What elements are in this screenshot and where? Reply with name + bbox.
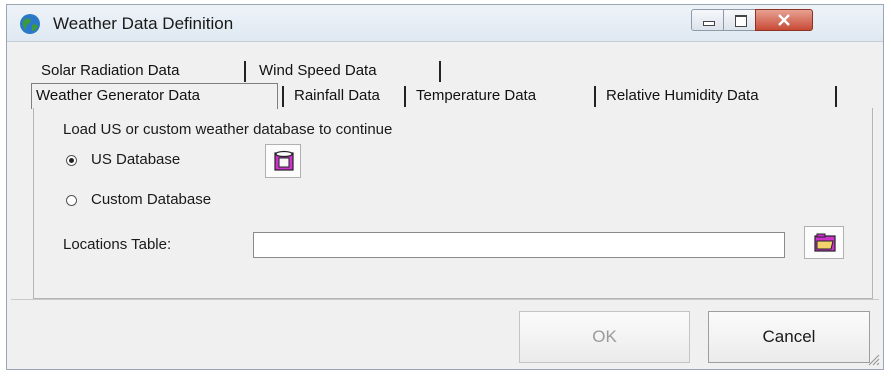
maximize-button[interactable] [723, 9, 756, 31]
globe-icon [20, 14, 40, 34]
tab-relative-humidity-data[interactable]: Relative Humidity Data [602, 84, 763, 108]
ok-button[interactable]: OK [519, 311, 690, 363]
minimize-button[interactable] [691, 9, 724, 31]
resize-grip-icon[interactable] [866, 352, 880, 366]
browse-locations-button[interactable] [804, 226, 844, 259]
minimize-icon [703, 21, 715, 26]
footer-divider [11, 299, 879, 300]
close-icon [778, 14, 790, 26]
tab-temperature-data[interactable]: Temperature Data [412, 84, 540, 108]
locations-table-label: Locations Table: [63, 236, 172, 253]
close-button[interactable] [755, 9, 813, 31]
custom-database-label[interactable]: Custom Database [91, 191, 211, 208]
us-database-label[interactable]: US Database [91, 151, 180, 168]
locations-table-input[interactable] [253, 232, 785, 258]
tab-wind-speed-data[interactable]: Wind Speed Data [255, 59, 381, 83]
title-bar: Weather Data Definition [7, 5, 883, 42]
instruction-text: Load US or custom weather database to co… [63, 121, 393, 138]
custom-database-radio[interactable] [66, 195, 77, 206]
tab-solar-radiation-data[interactable]: Solar Radiation Data [37, 59, 183, 83]
us-database-radio[interactable] [66, 155, 77, 166]
cancel-button[interactable]: Cancel [708, 311, 870, 363]
window-title: Weather Data Definition [53, 14, 234, 33]
open-folder-icon [814, 233, 836, 252]
maximize-icon [735, 15, 747, 27]
weather-data-definition-dialog: Weather Data Definition Solar Radiation … [6, 4, 884, 370]
database-icon [274, 150, 294, 171]
tab-weather-generator-data[interactable]: Weather Generator Data [31, 83, 278, 109]
tab-rainfall-data[interactable]: Rainfall Data [290, 84, 384, 108]
load-database-button[interactable] [265, 144, 301, 178]
